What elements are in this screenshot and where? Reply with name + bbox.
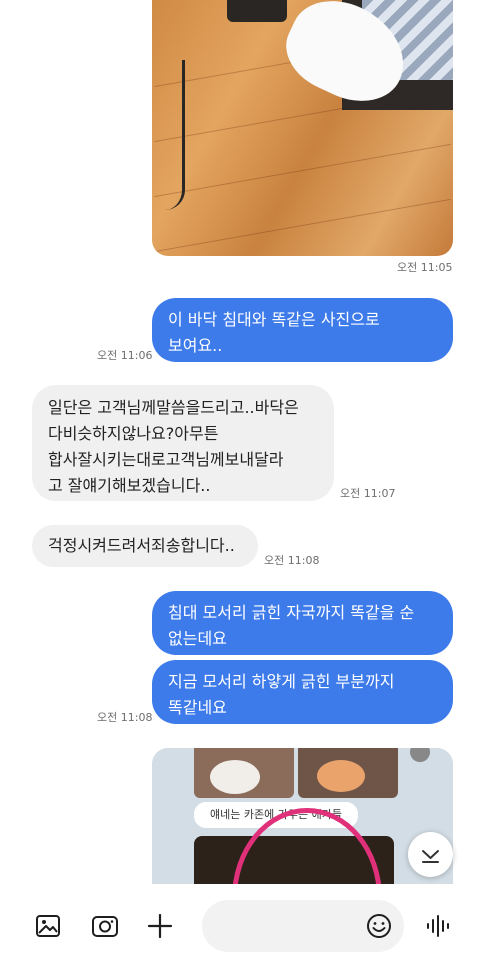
plus-icon[interactable] [147, 913, 173, 939]
timestamp: 오전 11:06 [97, 349, 153, 362]
timestamp: 오전 11:05 [397, 261, 453, 274]
gallery-icon[interactable] [35, 913, 61, 939]
emoji-icon[interactable] [366, 913, 392, 939]
incoming-message[interactable]: 일단은 고객님께말씀을드리고..바닥은 다비슷하지않나요?아무튼 합사잘시키는대… [32, 385, 334, 501]
scroll-down-icon[interactable] [408, 832, 453, 877]
voice-icon[interactable] [425, 913, 451, 939]
timestamp: 오전 11:07 [340, 487, 396, 500]
shared-photo-floor[interactable] [152, 0, 453, 256]
outgoing-message[interactable]: 이 바닥 침대와 똑같은 사진으로 보여요.. [152, 298, 453, 362]
incoming-message[interactable]: 걱정시켜드려서죄송합니다.. [32, 525, 258, 567]
outgoing-message[interactable]: 침대 모서리 긁힌 자국까지 똑같을 순 없는데요 [152, 591, 453, 655]
timestamp: 오전 11:08 [97, 711, 153, 724]
timestamp: 오전 11:08 [264, 554, 320, 567]
outgoing-message[interactable]: 지금 모서리 하얗게 긁힌 부분까지 똑같네요 [152, 660, 453, 724]
camera-icon[interactable] [91, 913, 119, 939]
